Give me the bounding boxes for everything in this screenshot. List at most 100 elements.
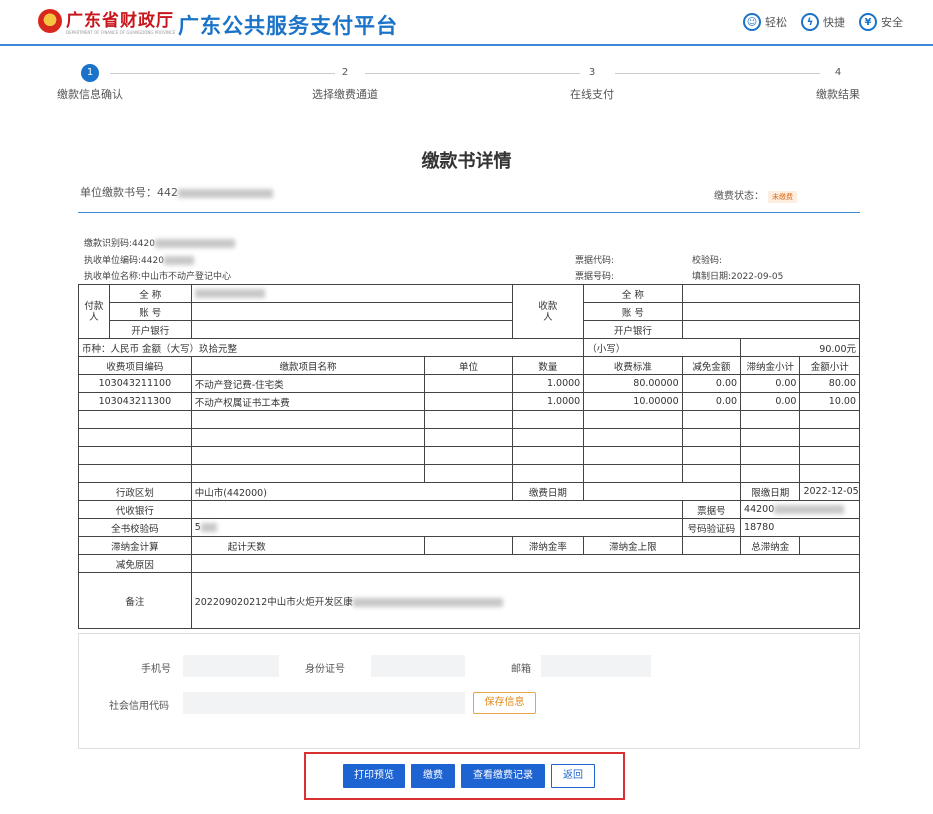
step-channel: 2 选择缴费通道 bbox=[305, 64, 385, 102]
step-online-pay: 3 在线支付 bbox=[552, 64, 632, 102]
redacted-value bbox=[178, 188, 273, 198]
collecting-bank-value bbox=[190, 500, 683, 519]
table-header-row: 收费项目编码 缴款项目名称 单位 数量 收费标准 减免金额 滞纳金小计 金额小计 bbox=[78, 356, 860, 375]
ticket-code: 票据代码: bbox=[575, 256, 615, 266]
limit-date-label: 限缴日期 bbox=[740, 482, 801, 501]
item-amount: 80.00 bbox=[799, 374, 860, 393]
ticket-number: 票据号码: bbox=[575, 272, 615, 282]
item-reduction: 0.00 bbox=[681, 374, 742, 393]
reduce-reason-value bbox=[190, 554, 861, 573]
back-button[interactable]: 返回 bbox=[551, 764, 595, 788]
step-connector bbox=[615, 73, 820, 74]
table-row: 备注 202209020212中山市火炬开发区康 bbox=[78, 572, 861, 629]
step-connector bbox=[110, 73, 335, 74]
id-label: 身份证号 bbox=[305, 664, 345, 675]
feature-fast: ϟ 快捷 bbox=[801, 13, 845, 31]
table-row: 103043211300 不动产权属证书工本费 1.0000 10.00000 … bbox=[78, 392, 860, 411]
column-header: 缴款项目名称 bbox=[190, 356, 426, 375]
total-late-label: 总滞纳金 bbox=[740, 536, 801, 555]
redacted-value bbox=[352, 597, 503, 607]
step-confirm: 1 缴款信息确认 bbox=[50, 64, 130, 102]
item-late-fee: 0.00 bbox=[740, 374, 801, 393]
payment-status: 缴费状态： 未缴费 bbox=[714, 187, 797, 203]
table-row: 减免原因 bbox=[78, 554, 861, 573]
feature-fast-label: 快捷 bbox=[823, 16, 845, 29]
table-row-empty bbox=[78, 428, 860, 447]
amount-in-words: 币种：人民币 金额（大写）玖拾元整 bbox=[77, 338, 585, 357]
bill-number-label: 单位缴款书号：442 bbox=[80, 186, 178, 199]
redacted-value bbox=[194, 289, 265, 298]
column-header: 数量 bbox=[511, 356, 585, 375]
column-header: 收费标准 bbox=[583, 356, 683, 375]
column-header: 金额小计 bbox=[799, 356, 860, 375]
id-number-input[interactable] bbox=[371, 655, 465, 677]
save-info-button[interactable]: 保存信息 bbox=[473, 692, 536, 714]
redacted-value bbox=[163, 256, 194, 265]
step-number: 2 bbox=[336, 64, 354, 82]
item-code: 103043211300 bbox=[78, 392, 192, 411]
region-label: 行政区划 bbox=[78, 482, 192, 501]
region-value: 中山市(442000) bbox=[190, 482, 513, 501]
item-standard: 10.00000 bbox=[583, 392, 683, 411]
item-name: 不动产权属证书工本费 bbox=[190, 392, 426, 411]
late-cap-value bbox=[681, 536, 742, 555]
table-row: 代收银行 票据号 44200 bbox=[78, 500, 860, 519]
table-row: 开户银行 开户银行 bbox=[79, 320, 861, 339]
payee-code-text: 执收单位编码:4420 bbox=[84, 256, 164, 266]
pay-button[interactable]: 缴费 bbox=[411, 764, 455, 788]
step-label: 在线支付 bbox=[570, 88, 614, 101]
table-row: 滞纳金计算 起计天数 滞纳金率 滞纳金上限 总滞纳金 bbox=[78, 536, 860, 555]
credit-code-input[interactable] bbox=[183, 692, 465, 714]
ticket-value-text: 44200 bbox=[744, 504, 775, 515]
item-unit bbox=[424, 392, 513, 411]
payer-bank bbox=[190, 320, 513, 339]
step-connector bbox=[365, 73, 580, 74]
phone-input[interactable] bbox=[183, 655, 279, 677]
column-header: 减免金额 bbox=[681, 356, 742, 375]
payment-id-text: 缴款识别码:4420 bbox=[84, 239, 155, 249]
item-late-fee: 0.00 bbox=[740, 392, 801, 411]
item-quantity: 1.0000 bbox=[511, 374, 585, 393]
payment-records-button[interactable]: 查看缴费记录 bbox=[461, 764, 545, 788]
table-row-empty bbox=[78, 410, 860, 429]
step-label: 缴款信息确认 bbox=[57, 88, 123, 101]
ticket-label: 票据号 bbox=[681, 500, 742, 519]
payment-bill-table: 付款人 全 称 收款人 全 称 账 号 账 号 开户银行 开户银行 币种：人民币… bbox=[77, 284, 861, 629]
redacted-value bbox=[774, 505, 845, 514]
column-header: 单位 bbox=[424, 356, 513, 375]
site-title: 广东公共服务支付平台 bbox=[178, 14, 398, 38]
email-input[interactable] bbox=[541, 655, 651, 677]
account-label: 账 号 bbox=[108, 302, 192, 321]
progress-steps: 1 缴款信息确认 2 选择缴费通道 3 在线支付 4 缴款结果 bbox=[57, 64, 870, 104]
limit-date-value: 2022-12-05 bbox=[799, 482, 860, 501]
table-row: 行政区划 中山市(442000) 缴费日期 限缴日期 2022-12-05 bbox=[78, 482, 860, 501]
number-check-label: 号码验证码 bbox=[681, 518, 742, 537]
pay-date-label: 缴费日期 bbox=[511, 482, 585, 501]
page-title: 缴款书详情 bbox=[421, 151, 512, 172]
column-header: 收费项目编码 bbox=[78, 356, 192, 375]
table-row-empty bbox=[78, 464, 860, 483]
payment-id: 缴款识别码:4420 bbox=[84, 236, 235, 249]
full-name-label: 全 称 bbox=[108, 284, 192, 303]
national-emblem-icon bbox=[38, 9, 62, 33]
table-row: 全书校验码 5 号码验证码 18780 bbox=[78, 518, 860, 537]
print-preview-button[interactable]: 打印预览 bbox=[343, 764, 405, 788]
small-amount-label: （小写） bbox=[583, 338, 742, 357]
payer-account bbox=[190, 302, 513, 321]
start-days-value bbox=[424, 536, 513, 555]
item-name: 不动产登记费-住宅类 bbox=[190, 374, 426, 393]
payer-label: 付款人 bbox=[78, 284, 110, 339]
divider bbox=[78, 212, 860, 213]
bank-label: 开户银行 bbox=[583, 320, 683, 339]
status-badge: 未缴费 bbox=[768, 191, 797, 203]
table-row: 账 号 账 号 bbox=[79, 302, 861, 321]
step-label: 缴款结果 bbox=[816, 88, 860, 101]
table-row: 103043211100 不动产登记费-住宅类 1.0000 80.00000 … bbox=[78, 374, 860, 393]
item-amount: 10.00 bbox=[799, 392, 860, 411]
step-result: 4 缴款结果 bbox=[798, 64, 878, 102]
payee-label: 收款人 bbox=[511, 284, 585, 339]
item-code: 103043211100 bbox=[78, 374, 192, 393]
full-name-label: 全 称 bbox=[583, 284, 683, 303]
check-code: 校验码: bbox=[692, 256, 723, 266]
step-label: 选择缴费通道 bbox=[312, 88, 378, 101]
